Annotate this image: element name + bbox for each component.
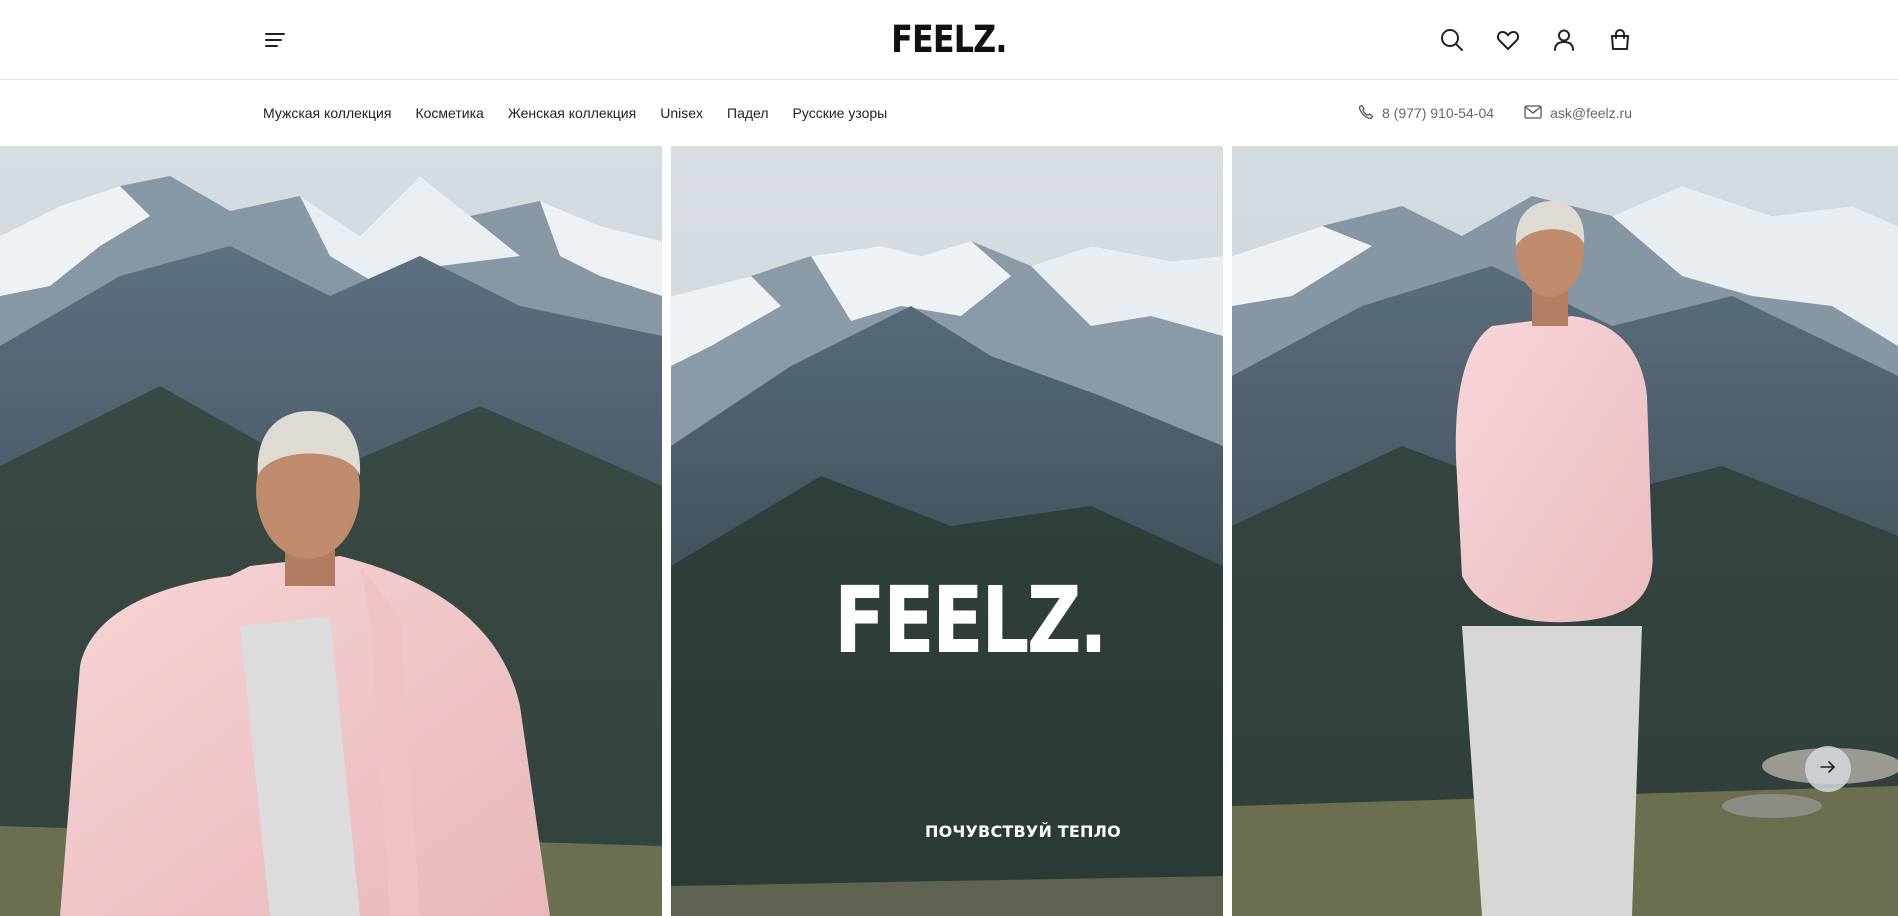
nav-item-russian-patterns[interactable]: Русские узоры: [793, 105, 888, 121]
hero-image-right: [1232, 146, 1898, 916]
main-navigation: Мужская коллекция Косметика Женская колл…: [0, 81, 1898, 145]
phone-icon: [1358, 104, 1374, 123]
bag-icon[interactable]: [1604, 25, 1636, 55]
slider-next-button[interactable]: [1805, 746, 1851, 792]
hero-tagline: ПОЧУВСТВУЙ ТЕПЛО: [925, 822, 1121, 841]
email-address: ask@feelz.ru: [1550, 105, 1632, 121]
hero-image-center: [671, 146, 1223, 916]
mail-icon: [1524, 104, 1542, 122]
header-actions: [1436, 25, 1636, 55]
nav-item-womens[interactable]: Женская коллекция: [508, 105, 636, 121]
phone-number: 8 (977) 910-54-04: [1382, 105, 1495, 121]
hero-image-left: [0, 146, 662, 916]
nav-item-mens[interactable]: Мужская коллекция: [263, 105, 391, 121]
email-link[interactable]: ask@feelz.ru: [1524, 104, 1632, 122]
nav-item-padel[interactable]: Падел: [727, 105, 769, 121]
site-header: FEELZ.: [0, 0, 1898, 80]
user-icon[interactable]: [1548, 25, 1580, 55]
menu-icon[interactable]: [262, 28, 288, 52]
nav-item-unisex[interactable]: Unisex: [660, 105, 703, 121]
nav-item-cosmetics[interactable]: Косметика: [415, 105, 483, 121]
phone-link[interactable]: 8 (977) 910-54-04: [1358, 104, 1494, 123]
logo-link[interactable]: FEELZ.: [891, 18, 1007, 61]
hero-logo: FEELZ.: [834, 567, 1108, 674]
heart-icon[interactable]: [1492, 25, 1524, 55]
contacts: 8 (977) 910-54-04 ask@feelz.ru: [1358, 81, 1632, 145]
arrow-right-icon: [1819, 760, 1837, 779]
category-menu: Мужская коллекция Косметика Женская колл…: [263, 81, 887, 145]
search-icon[interactable]: [1436, 25, 1468, 55]
hero-banner: FEELZ. ПОЧУВСТВУЙ ТЕПЛО: [0, 146, 1898, 916]
